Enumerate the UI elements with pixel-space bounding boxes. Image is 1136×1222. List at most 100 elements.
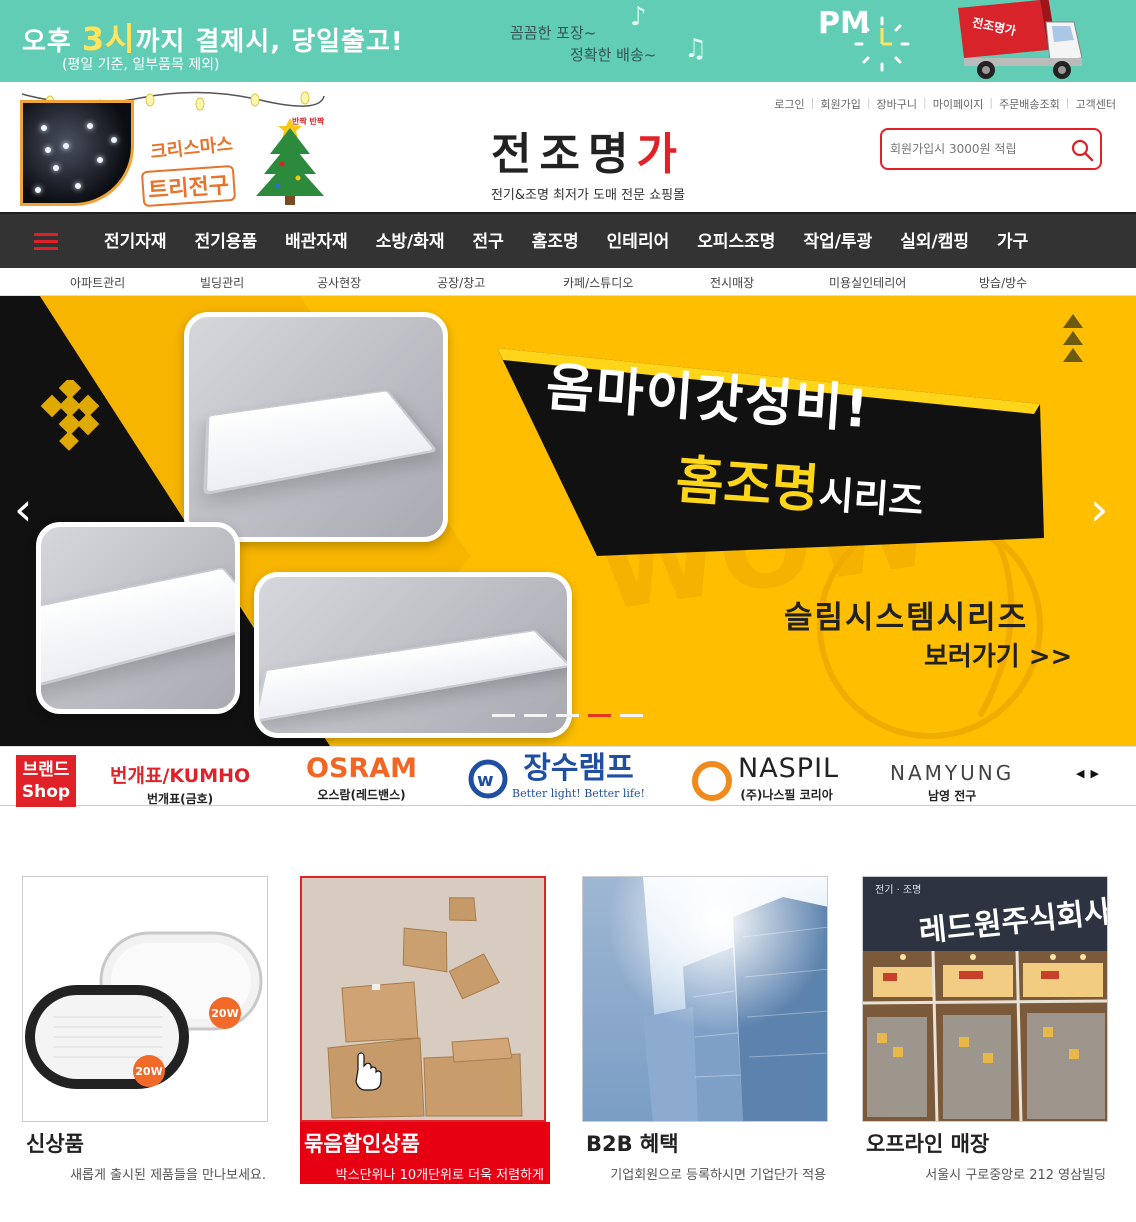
led-lights-photo	[20, 100, 134, 206]
brand-osram[interactable]: OSRAM 오스람(레드밴스)	[306, 753, 417, 803]
slide-dot[interactable]	[492, 714, 515, 717]
rectangular-ceiling-light-image	[36, 522, 240, 714]
nav-furniture[interactable]: 가구	[983, 214, 1042, 270]
nav-outdoor-camping[interactable]: 실외/캠핑	[886, 214, 983, 270]
new-products-card[interactable]: 20W 20W 신상품 새롭게 출시된 제품들을 만나보세요.	[22, 876, 272, 1186]
card-description: 새롭게 출시된 제품들을 만나보세요.	[70, 1168, 266, 1183]
store-sign-small: 전기 · 조명	[875, 884, 921, 896]
music-note-icon: ♪	[630, 2, 647, 32]
subnav-factory[interactable]: 공장/창고	[437, 274, 485, 291]
banner-prev-arrow[interactable]: ‹	[14, 486, 32, 532]
christmas-tree-icon: 반짝 반짝	[256, 116, 325, 205]
card-description: 박스단위나 10개단위로 더욱 저렴하게	[335, 1168, 544, 1183]
search-icon[interactable]	[1070, 138, 1094, 162]
nav-office-lighting[interactable]: 오피스조명	[683, 214, 789, 270]
new-products-image: 20W 20W	[22, 876, 268, 1122]
main-navigation: 전기자재 전기용품 배관자재 소방/화재 전구 홈조명 인테리어 오피스조명 작…	[0, 212, 1136, 268]
brand-pager-arrows[interactable]: ◀▶	[1076, 767, 1105, 780]
diamond-pattern-icon	[40, 380, 100, 451]
b2b-benefits-card[interactable]: B2B 혜택 기업회원으로 등록하시면 기업단가 적용	[582, 876, 832, 1186]
brand-jangsu-logo: 장수램프	[523, 751, 634, 786]
card-title: 오프라인 매장	[866, 1132, 990, 1156]
subnav-building[interactable]: 빌딩관리	[200, 274, 244, 291]
nav-home-lighting[interactable]: 홈조명	[518, 214, 593, 270]
site-header: 크리스마스 트리전구 반짝 반짝 전조명가 전기&조명 최저가 도매 전문 쇼핑…	[0, 82, 1136, 212]
brand-namyung[interactable]: NAMYUNG 남영 전구	[890, 753, 1014, 804]
card-title: B2B 혜택	[586, 1132, 679, 1156]
svg-text:w: w	[477, 770, 494, 791]
menu-icon[interactable]	[34, 233, 58, 251]
subnav-showroom[interactable]: 전시매장	[710, 274, 754, 291]
slide-dot[interactable]	[524, 714, 547, 717]
brand-jangsu[interactable]: w 장수램프 Better light! Better life!	[468, 753, 645, 800]
logo-wordmark: 전조명가	[491, 129, 685, 180]
nav-bulbs[interactable]: 전구	[458, 214, 517, 270]
brand-namyung-logo: NAMYUNG	[890, 761, 1015, 785]
delivery-truck-icon: 전조명가	[958, 0, 1083, 79]
bundle-discount-card[interactable]: 묶음할인상품 박스단위나 10개단위로 더욱 저렴하게	[300, 876, 550, 1186]
signup-link[interactable]: 회원가입	[820, 96, 860, 112]
nav-piping-materials[interactable]: 배관자재	[271, 214, 362, 270]
wattage-badge: 20W	[135, 1065, 162, 1078]
card-description: 기업회원으로 등록하시면 기업단가 적용	[610, 1168, 826, 1183]
naspil-logo-icon	[692, 761, 732, 801]
nav-interior[interactable]: 인테리어	[593, 214, 684, 270]
subnav-apartment[interactable]: 아파트관리	[70, 274, 125, 291]
music-note-icon: ♫	[684, 34, 708, 64]
search-input[interactable]	[890, 139, 1066, 159]
slide-dot[interactable]	[556, 714, 579, 717]
logo-tagline: 전기&조명 최저가 도매 전문 쇼핑몰	[490, 188, 686, 203]
slide-dot-active[interactable]	[588, 714, 611, 717]
login-link[interactable]: 로그인	[774, 96, 804, 112]
bundle-discount-image	[300, 876, 546, 1122]
nav-electrical-supplies[interactable]: 전기용품	[181, 214, 272, 270]
card-description: 서울시 구로중앙로 212 영삼빌딩	[925, 1168, 1106, 1183]
brand-shop-label[interactable]: 브랜드 Shop	[16, 755, 76, 807]
subnav-cafe[interactable]: 카페/스튜디오	[563, 274, 633, 291]
subnav-salon[interactable]: 미용실인테리어	[829, 274, 906, 291]
subnav-waterproof[interactable]: 방습/방수	[979, 274, 1027, 291]
slide-indicators	[492, 714, 643, 717]
brand-naspil[interactable]: NASPIL (주)나스필 코리아	[690, 753, 839, 803]
cart-link[interactable]: 장바구니	[877, 96, 917, 112]
card-title: 신상품	[26, 1132, 84, 1156]
delivery-text: 정확한 배송~	[570, 46, 657, 64]
order-tracking-link[interactable]: 주문배송조회	[999, 96, 1060, 112]
offline-store-card[interactable]: 전기 · 조명 레드원주식회사 오프라인 매장 서울시 구로중앙로 212 영삼…	[862, 876, 1112, 1186]
twinkle-text: 반짝 반짝	[292, 116, 325, 126]
xmas-subtitle: 트리전구	[140, 164, 237, 208]
christmas-lights-banner[interactable]: 크리스마스 트리전구 반짝 반짝	[20, 88, 325, 208]
slide-dot[interactable]	[620, 714, 643, 717]
banner-next-arrow[interactable]: ›	[1090, 486, 1108, 532]
search-box	[880, 128, 1102, 170]
wattage-badge: 20W	[211, 1007, 238, 1020]
scroll-up-icon[interactable]	[1062, 314, 1084, 364]
banner-view-more-link[interactable]: 보러가기 >>	[924, 636, 1072, 673]
square-ceiling-light-image	[184, 312, 448, 542]
nav-fire-safety[interactable]: 소방/화재	[362, 214, 459, 270]
nav-work-floodlight[interactable]: 작업/투광	[789, 214, 886, 270]
site-logo[interactable]: 전조명가 전기&조명 최저가 도매 전문 쇼핑몰	[470, 118, 706, 203]
jangsu-logo-icon: w	[468, 759, 508, 799]
hero-banner[interactable]: WOW 옴마이갓성비! 홈조명시리즈 슬림시스템시리즈 보러가기 >> ‹ ›	[0, 296, 1136, 746]
nav-electrical-materials[interactable]: 전기자재	[90, 214, 181, 270]
banner-slim-series: 슬림시스템시리즈	[784, 600, 1029, 636]
brand-osram-logo: OSRAM	[306, 753, 417, 784]
utility-links: 로그인 | 회원가입 | 장바구니 | 마이페이지 | 주문배송조회 | 고객센터	[774, 96, 1116, 112]
customer-center-link[interactable]: 고객센터	[1076, 96, 1116, 112]
brand-shop-bar: 브랜드 Shop 번개표/KUMHO 번개표(금호) OSRAM 오스람(레드밴스…	[0, 746, 1136, 807]
brand-namyung-caption: 남영 전구	[927, 789, 977, 803]
mypage-link[interactable]: 마이페이지	[933, 96, 984, 112]
brand-kumho-logo: 번개표/KUMHO	[110, 765, 251, 787]
subnav-construction[interactable]: 공사현장	[317, 274, 361, 291]
brand-kumho-caption: 번개표(금호)	[147, 792, 214, 806]
sub-navigation: 아파트관리 빌딩관리 공사현장 공장/창고 카페/스튜디오 전시매장 미용실인테…	[0, 268, 1136, 296]
b2b-benefits-image	[582, 876, 828, 1122]
promo-banner[interactable]: 오후 3시까지 결제시, 당일출고! (평일 기준, 일부품목 제외) 꼼꼼한 …	[0, 0, 1136, 82]
offline-store-image: 전기 · 조명 레드원주식회사	[862, 876, 1108, 1122]
shipping-condition-text: (평일 기준, 일부품목 제외)	[62, 57, 220, 73]
xmas-title: 크리스마스	[149, 133, 234, 164]
card-title: 묶음할인상품	[304, 1132, 420, 1156]
packing-text: 꼼꼼한 포장~	[510, 24, 597, 42]
brand-kumho[interactable]: 번개표/KUMHO 번개표(금호)	[110, 753, 250, 807]
